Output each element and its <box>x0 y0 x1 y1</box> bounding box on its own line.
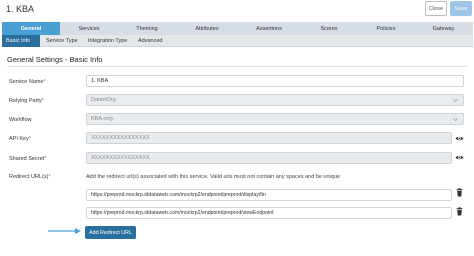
main-tab-bar: General Services Theming Attributes Asse… <box>2 22 473 35</box>
redirect-url-input[interactable]: https://preprod.mockrp.iddataweb.com/moc… <box>86 189 452 201</box>
chevron-down-icon <box>453 118 458 122</box>
page-title: 1. KBA <box>6 4 35 14</box>
trash-icon[interactable] <box>455 207 464 216</box>
tab-attributes[interactable]: Attributes <box>176 22 238 35</box>
workflow-select[interactable]: KBA only <box>86 113 464 125</box>
tab-gateway[interactable]: Gateway <box>414 22 473 35</box>
subtab-advanced[interactable]: Advanced <box>134 35 166 47</box>
tab-services[interactable]: Services <box>60 22 118 35</box>
save-button[interactable]: Save <box>450 1 472 16</box>
tab-policies[interactable]: Policies <box>358 22 414 35</box>
relying-party-select[interactable]: DanielOrg <box>86 94 464 106</box>
relying-party-label: Relying Party* <box>9 98 44 104</box>
close-button[interactable]: Close <box>425 1 447 16</box>
relying-party-value: DanielOrg <box>91 97 116 103</box>
add-redirect-url-button[interactable]: Add Redirect URL <box>85 226 136 239</box>
tab-general[interactable]: General <box>2 22 60 35</box>
subtab-service-type[interactable]: Service Type <box>42 35 82 47</box>
shared-secret-input[interactable]: XXXXXXXXXXXXXXXX <box>86 152 452 164</box>
workflow-label: Workflow <box>9 117 32 123</box>
api-key-input[interactable]: XXXXXXXXXXXXXXXX <box>86 132 452 144</box>
redirect-urls-hint: Add the redirect url(s) associated with … <box>86 174 340 180</box>
subtab-basic-info[interactable]: Basic Info <box>2 35 40 47</box>
top-bar: 1. KBA Close Save <box>0 0 474 19</box>
tab-theming[interactable]: Theming <box>118 22 176 35</box>
section-title: General Settings - Basic Info <box>7 55 103 64</box>
chevron-down-icon <box>453 99 458 103</box>
service-name-input[interactable]: 1. KBA <box>86 75 464 87</box>
redirect-urls-label: Redirect URL(s)* <box>9 174 51 180</box>
tab-assertions[interactable]: Assertions <box>238 22 300 35</box>
service-name-label: Service Name* <box>9 79 46 85</box>
tab-scores[interactable]: Scores <box>300 22 358 35</box>
shared-secret-label: Shared Secret* <box>9 156 47 162</box>
eye-icon[interactable] <box>455 134 464 143</box>
trash-icon[interactable] <box>455 188 464 197</box>
workflow-value: KBA only <box>91 116 114 122</box>
api-key-label: API Key* <box>9 136 32 142</box>
subtab-integration-type[interactable]: Integration Type <box>84 35 131 47</box>
divider <box>7 66 467 67</box>
redirect-url-input[interactable]: https://preprod.mockrp.iddataweb.com/moc… <box>86 207 452 219</box>
arrow-right-icon <box>48 228 81 234</box>
sub-tab-bar: Basic Info Service Type Integration Type… <box>2 35 473 47</box>
eye-icon[interactable] <box>455 153 464 162</box>
